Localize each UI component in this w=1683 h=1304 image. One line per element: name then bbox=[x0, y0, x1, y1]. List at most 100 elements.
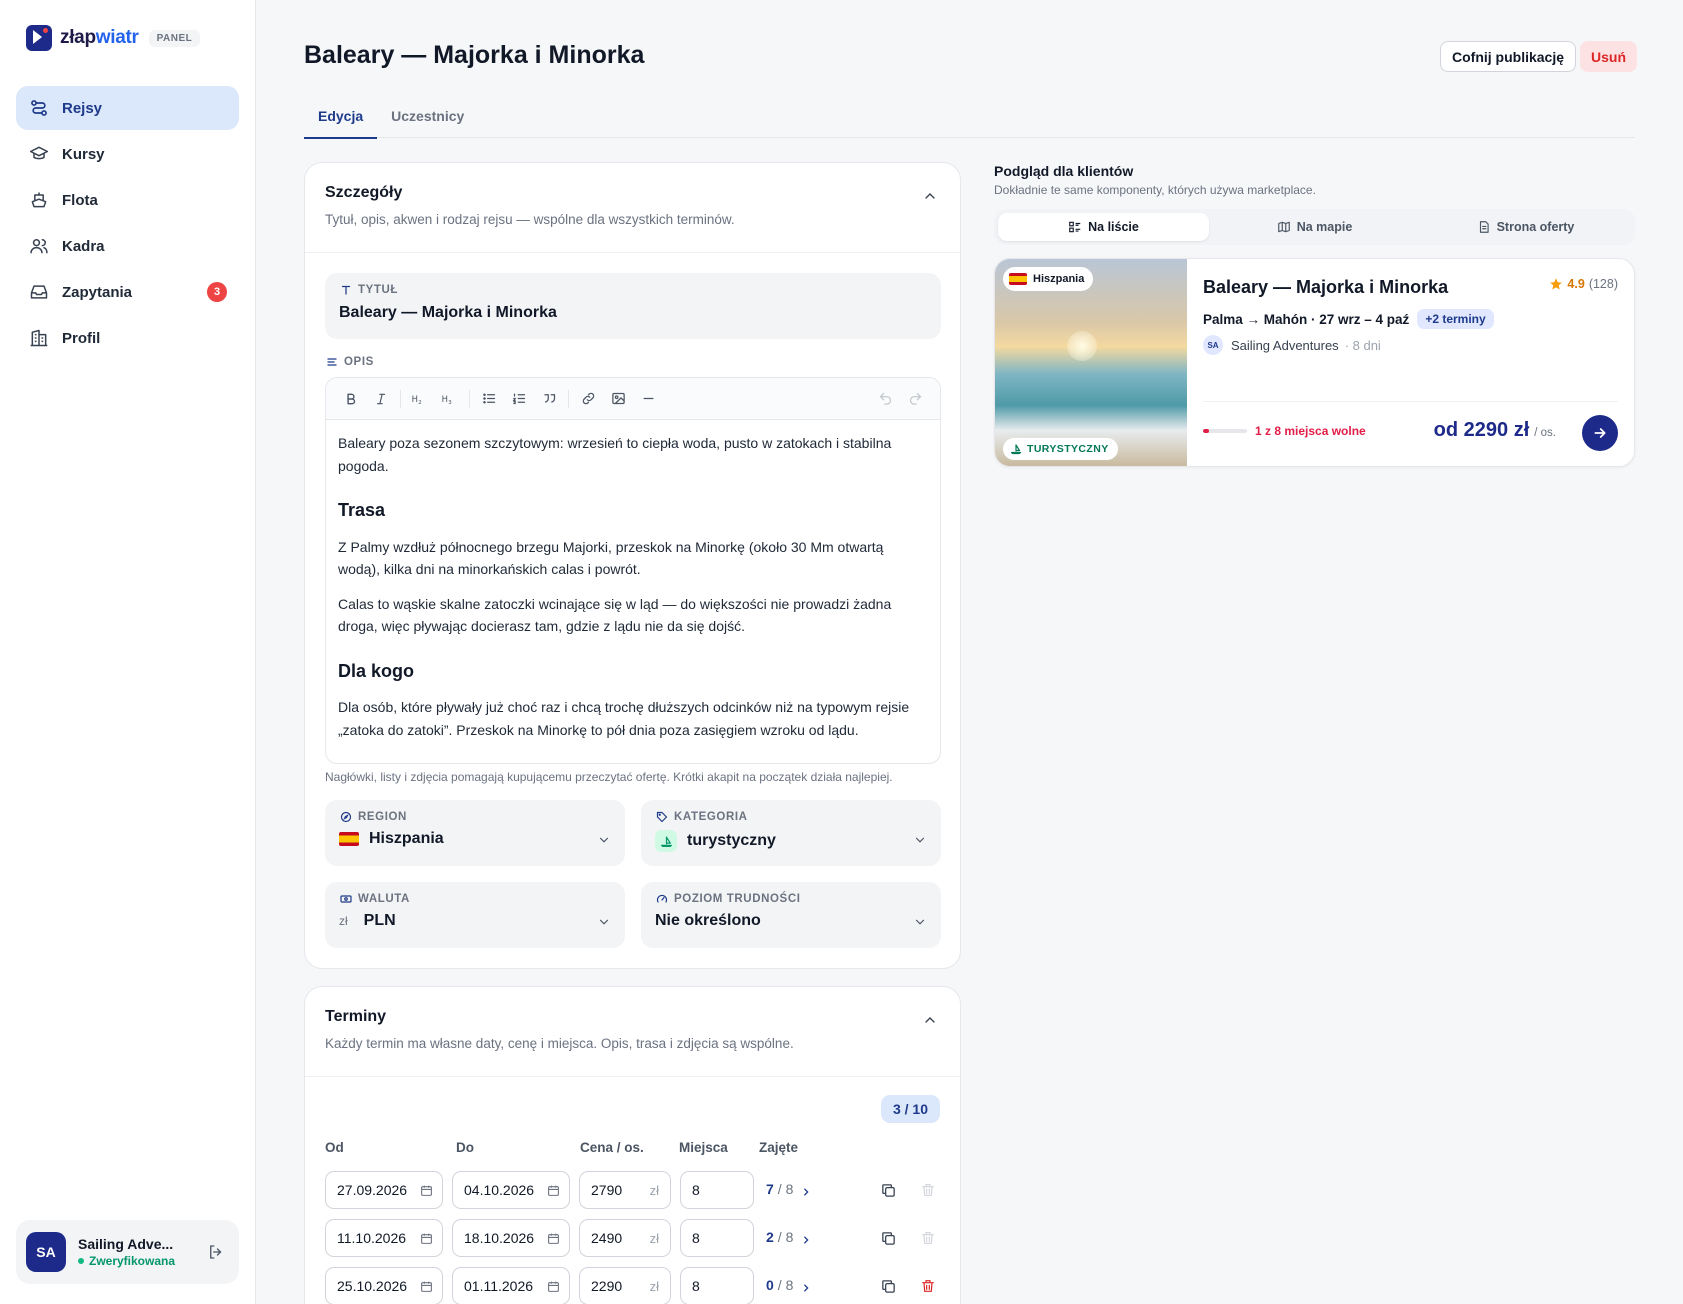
user-card[interactable]: SA Sailing Adve... Zweryfikowana bbox=[16, 1220, 239, 1284]
svg-text:H: H bbox=[442, 394, 448, 404]
undo-icon[interactable] bbox=[870, 385, 900, 413]
nav-item-kadra[interactable]: Kadra bbox=[16, 224, 239, 268]
editor-content[interactable]: Baleary poza sezonem szczytowym: wrzesie… bbox=[326, 420, 940, 763]
tab-edycja[interactable]: Edycja bbox=[304, 100, 378, 139]
horizontal-rule-icon[interactable] bbox=[633, 385, 663, 413]
copy-icon[interactable] bbox=[879, 1277, 897, 1295]
banknote-icon bbox=[339, 892, 352, 905]
date-to-input[interactable]: 18.10.2026 bbox=[452, 1219, 570, 1257]
date-from-input[interactable]: 25.10.2026 bbox=[325, 1267, 443, 1304]
price-input[interactable]: 2290 zł bbox=[579, 1267, 671, 1304]
date-row: 27.09.2026 04.10.2026 2790 zł 8 7/ 8 bbox=[325, 1171, 941, 1209]
delete-button[interactable]: Usuń bbox=[1580, 41, 1637, 72]
title-field[interactable]: TYTUŁ Baleary — Majorka i Minorka bbox=[325, 273, 941, 339]
title-input[interactable]: Baleary — Majorka i Minorka bbox=[339, 304, 927, 322]
price-input[interactable]: 2790 zł bbox=[579, 1171, 671, 1209]
inbox-icon bbox=[28, 281, 50, 303]
seats-input[interactable]: 8 bbox=[680, 1267, 754, 1304]
nav-item-zapytania[interactable]: Zapytania 3 bbox=[16, 270, 239, 314]
align-left-icon bbox=[325, 355, 338, 368]
notification-badge: 3 bbox=[207, 282, 227, 302]
numbered-list-icon[interactable] bbox=[504, 385, 534, 413]
nav-label: Flota bbox=[62, 191, 98, 209]
page-title: Baleary — Majorka i Minorka bbox=[304, 41, 645, 69]
heading: Dla kogo bbox=[338, 660, 415, 681]
bullet-list-icon[interactable] bbox=[474, 385, 504, 413]
nav-item-rejsy[interactable]: Rejsy bbox=[16, 86, 239, 130]
trash-icon[interactable] bbox=[919, 1277, 937, 1295]
nav-item-kursy[interactable]: Kursy bbox=[16, 132, 239, 176]
taken-link[interactable]: 0/ 8 bbox=[766, 1277, 811, 1293]
compass-icon bbox=[339, 810, 352, 823]
heading-2-icon[interactable]: H2 bbox=[405, 385, 435, 413]
taken-link[interactable]: 7/ 8 bbox=[766, 1181, 811, 1197]
link-icon[interactable] bbox=[573, 385, 603, 413]
taken-link[interactable]: 2/ 8 bbox=[766, 1229, 811, 1245]
preview-mode-offer-page[interactable]: Strona oferty bbox=[1420, 213, 1631, 241]
quote-icon[interactable] bbox=[534, 385, 564, 413]
offer-duration: · 8 dni bbox=[1344, 337, 1381, 353]
user-info: Sailing Adve... Zweryfikowana bbox=[78, 1236, 203, 1268]
currency-select[interactable]: WALUTA zł PLN bbox=[325, 882, 625, 948]
trash-icon[interactable] bbox=[919, 1229, 937, 1247]
chevron-down-icon bbox=[597, 833, 611, 847]
preview-mode-map[interactable]: Na mapie bbox=[1209, 213, 1420, 241]
dates-subtitle: Każdy termin ma własne daty, cenę i miej… bbox=[325, 1036, 794, 1051]
seats-input[interactable]: 8 bbox=[680, 1171, 754, 1209]
currency-suffix: zł bbox=[649, 1231, 659, 1246]
region-select[interactable]: REGION Hiszpania bbox=[325, 800, 625, 866]
logout-icon[interactable] bbox=[203, 1239, 229, 1265]
italic-icon[interactable] bbox=[366, 385, 396, 413]
date-from-input[interactable]: 27.09.2026 bbox=[325, 1171, 443, 1209]
offer-card[interactable]: Hiszpania TURYSTYCZNY Baleary — Majorka … bbox=[994, 258, 1635, 467]
dates-header[interactable]: Terminy Każdy termin ma własne daty, cen… bbox=[305, 987, 960, 1077]
seats-input[interactable]: 8 bbox=[680, 1219, 754, 1257]
redo-icon[interactable] bbox=[900, 385, 930, 413]
arrow-right-icon[interactable] bbox=[1582, 415, 1618, 451]
chevron-right-icon bbox=[801, 1280, 811, 1292]
column-header-seats: Miejsca bbox=[679, 1140, 728, 1155]
copy-icon[interactable] bbox=[879, 1181, 897, 1199]
date-to-input[interactable]: 04.10.2026 bbox=[452, 1171, 570, 1209]
details-card: Szczegóły Tytuł, opis, akwen i rodzaj re… bbox=[304, 162, 961, 969]
bold-icon[interactable] bbox=[336, 385, 366, 413]
currency-suffix: zł bbox=[649, 1279, 659, 1294]
dates-card: Terminy Każdy termin ma własne daty, cen… bbox=[304, 986, 961, 1304]
price-input[interactable]: 2490 zł bbox=[579, 1219, 671, 1257]
nav-item-profil[interactable]: Profil bbox=[16, 316, 239, 360]
chevron-up-icon[interactable] bbox=[922, 1012, 938, 1028]
sidebar: złapwiatr PANEL Rejsy Kursy Flota Kadra … bbox=[0, 0, 256, 1304]
category-select[interactable]: KATEGORIA turystyczny bbox=[641, 800, 941, 866]
offer-rating: 4.9 (128) bbox=[1549, 277, 1618, 291]
tab-uczestnicy[interactable]: Uczestnicy bbox=[377, 100, 478, 138]
date-from-input[interactable]: 11.10.2026 bbox=[325, 1219, 443, 1257]
copy-icon[interactable] bbox=[879, 1229, 897, 1247]
preview-mode-list[interactable]: Na liście bbox=[998, 213, 1209, 241]
column-header-price: Cena / os. bbox=[580, 1140, 644, 1155]
rich-text-editor[interactable]: H2 H3 Baleary poza sezonem szczytowym: w… bbox=[325, 377, 941, 764]
currency-symbol: zł bbox=[339, 914, 348, 928]
paragraph: Dla osób, które pływały już choć raz i c… bbox=[338, 699, 910, 738]
date-to-input[interactable]: 01.11.2026 bbox=[452, 1267, 570, 1304]
calendar-icon bbox=[547, 1280, 560, 1293]
dates-title: Terminy bbox=[325, 1008, 387, 1025]
list-icon bbox=[1068, 220, 1082, 234]
date-row: 11.10.2026 18.10.2026 2490 zł 8 2/ 8 bbox=[325, 1219, 941, 1257]
image-icon[interactable] bbox=[603, 385, 633, 413]
toolbar-divider bbox=[568, 389, 569, 408]
heading-3-icon[interactable]: H3 bbox=[435, 385, 465, 413]
category-label: KATEGORIA bbox=[655, 810, 927, 823]
brand-logo[interactable]: złapwiatr PANEL bbox=[26, 25, 201, 51]
chevron-up-icon[interactable] bbox=[922, 188, 938, 204]
preview-mode-switch: Na liście Na mapie Strona oferty bbox=[994, 209, 1635, 245]
nav-item-flota[interactable]: Flota bbox=[16, 178, 239, 222]
difficulty-select[interactable]: POZIOM TRUDNOŚCI Nie określono bbox=[641, 882, 941, 948]
trash-icon[interactable] bbox=[919, 1181, 937, 1199]
calendar-icon bbox=[420, 1232, 433, 1245]
details-title: Szczegóły bbox=[325, 184, 403, 201]
calendar-icon bbox=[420, 1280, 433, 1293]
chevron-right-icon bbox=[801, 1184, 811, 1196]
nav-label: Kursy bbox=[62, 145, 105, 163]
details-header[interactable]: Szczegóły Tytuł, opis, akwen i rodzaj re… bbox=[305, 163, 960, 253]
unpublish-button[interactable]: Cofnij publikację bbox=[1440, 41, 1577, 72]
